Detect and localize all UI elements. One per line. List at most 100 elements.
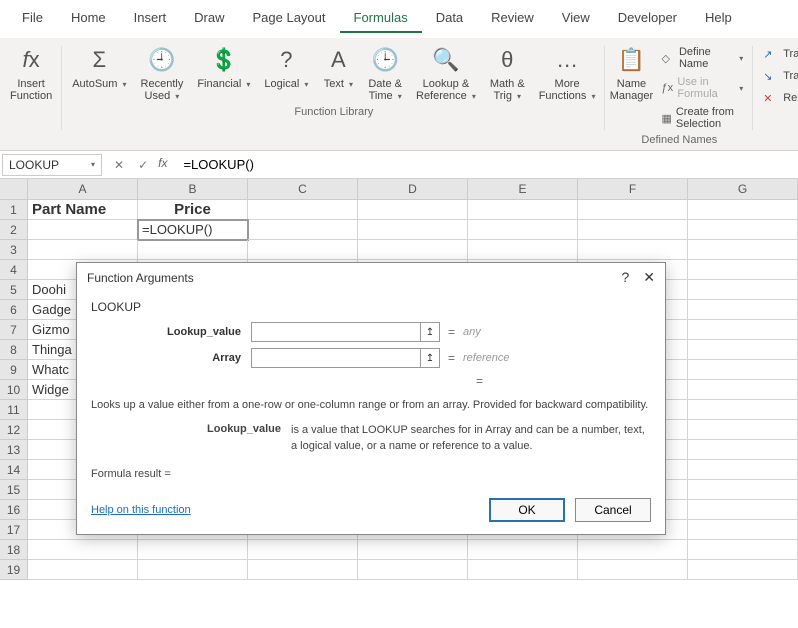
tab-draw[interactable]: Draw (180, 4, 238, 33)
cell[interactable] (578, 240, 688, 260)
column-header[interactable]: F (578, 179, 688, 199)
name-manager-button[interactable]: 📋 Name Manager (609, 42, 653, 104)
row-header[interactable]: 4 (0, 260, 28, 280)
autosum-button[interactable]: ΣAutoSum ▾ (66, 42, 132, 92)
help-link[interactable]: Help on this function (91, 504, 191, 516)
cell[interactable] (468, 240, 578, 260)
cell[interactable] (688, 520, 798, 540)
cell[interactable] (688, 320, 798, 340)
cell[interactable]: Part Name (28, 200, 138, 220)
cell[interactable] (688, 240, 798, 260)
row-header[interactable]: 6 (0, 300, 28, 320)
tab-view[interactable]: View (548, 4, 604, 33)
cell[interactable] (688, 400, 798, 420)
cell[interactable] (468, 200, 578, 220)
cell[interactable] (358, 540, 468, 560)
cell[interactable] (138, 240, 248, 260)
tab-review[interactable]: Review (477, 4, 548, 33)
row-header[interactable]: 5 (0, 280, 28, 300)
collapse-dialog-icon[interactable]: ↥ (420, 348, 440, 368)
row-header[interactable]: 11 (0, 400, 28, 420)
select-all-corner[interactable] (0, 179, 28, 199)
cancel-formula-button[interactable]: ✕ (110, 156, 128, 174)
financial-button[interactable]: 💲Financial ▾ (191, 42, 256, 92)
use-in-formula-button[interactable]: ƒx Use in Formula ▾ (655, 74, 749, 102)
column-header[interactable]: C (248, 179, 358, 199)
cell[interactable] (248, 540, 358, 560)
tab-insert[interactable]: Insert (120, 4, 181, 33)
tab-help[interactable]: Help (691, 4, 746, 33)
row-header[interactable]: 12 (0, 420, 28, 440)
tab-home[interactable]: Home (57, 4, 120, 33)
cell[interactable] (688, 560, 798, 580)
column-header[interactable]: G (688, 179, 798, 199)
cell[interactable] (468, 220, 578, 240)
cell[interactable] (468, 560, 578, 580)
cell[interactable] (688, 440, 798, 460)
array-input[interactable] (251, 348, 421, 368)
trace-precedents-button[interactable]: ↗ Tra (757, 44, 798, 64)
cell[interactable] (688, 340, 798, 360)
row-header[interactable]: 14 (0, 460, 28, 480)
cell[interactable] (688, 300, 798, 320)
row-header[interactable]: 13 (0, 440, 28, 460)
cell[interactable] (688, 260, 798, 280)
cell[interactable] (688, 480, 798, 500)
row-header[interactable]: 19 (0, 560, 28, 580)
row-header[interactable]: 18 (0, 540, 28, 560)
fx-icon[interactable]: fx (158, 156, 167, 174)
cell[interactable] (688, 500, 798, 520)
row-header[interactable]: 2 (0, 220, 28, 240)
cell[interactable] (28, 240, 138, 260)
cell[interactable] (688, 220, 798, 240)
cell[interactable] (578, 560, 688, 580)
cell[interactable] (688, 540, 798, 560)
cell[interactable] (248, 220, 358, 240)
tab-file[interactable]: File (8, 4, 57, 33)
column-header[interactable]: A (28, 179, 138, 199)
row-header[interactable]: 1 (0, 200, 28, 220)
text-button[interactable]: AText ▾ (316, 42, 360, 92)
cell[interactable] (688, 420, 798, 440)
date-time-button[interactable]: 🕒Date & Time ▾ (362, 42, 408, 104)
cell[interactable] (358, 560, 468, 580)
cell[interactable]: Price (138, 200, 248, 220)
remove-arrows-button[interactable]: ✕ Ren (757, 88, 798, 108)
column-header[interactable]: E (468, 179, 578, 199)
math-trig-button[interactable]: θMath & Trig ▾ (484, 42, 531, 104)
cell[interactable] (578, 200, 688, 220)
tab-formulas[interactable]: Formulas (340, 4, 422, 33)
row-header[interactable]: 15 (0, 480, 28, 500)
formula-input[interactable] (181, 155, 798, 174)
define-name-button[interactable]: ◇ Define Name ▾ (655, 44, 749, 72)
collapse-dialog-icon[interactable]: ↥ (420, 322, 440, 342)
cell[interactable] (138, 540, 248, 560)
dialog-titlebar[interactable]: Function Arguments ? ✕ (77, 263, 665, 292)
cell[interactable] (248, 200, 358, 220)
cell[interactable] (578, 540, 688, 560)
cell[interactable] (468, 540, 578, 560)
cell[interactable] (688, 360, 798, 380)
column-header[interactable]: D (358, 179, 468, 199)
tab-page-layout[interactable]: Page Layout (239, 4, 340, 33)
cell[interactable] (248, 240, 358, 260)
cell[interactable] (248, 560, 358, 580)
row-header[interactable]: 9 (0, 360, 28, 380)
row-header[interactable]: 16 (0, 500, 28, 520)
row-header[interactable]: 3 (0, 240, 28, 260)
cell[interactable] (688, 280, 798, 300)
name-box[interactable]: LOOKUP ▾ (2, 154, 102, 176)
cell[interactable]: =LOOKUP() (138, 220, 248, 240)
cell[interactable] (28, 540, 138, 560)
recently-used-button[interactable]: 🕘Recently Used ▾ (135, 42, 190, 104)
cell[interactable] (358, 220, 468, 240)
more-functions-button[interactable]: …More Functions ▾ (533, 42, 602, 104)
insert-function-button[interactable]: fx Insert Function (4, 42, 58, 104)
row-header[interactable]: 10 (0, 380, 28, 400)
trace-dependents-button[interactable]: ↘ Tra (757, 66, 798, 86)
tab-developer[interactable]: Developer (604, 4, 691, 33)
cell[interactable] (358, 240, 468, 260)
ok-button[interactable]: OK (489, 498, 565, 522)
lookup-reference-button[interactable]: 🔍Lookup & Reference ▾ (410, 42, 482, 104)
cell[interactable] (688, 460, 798, 480)
